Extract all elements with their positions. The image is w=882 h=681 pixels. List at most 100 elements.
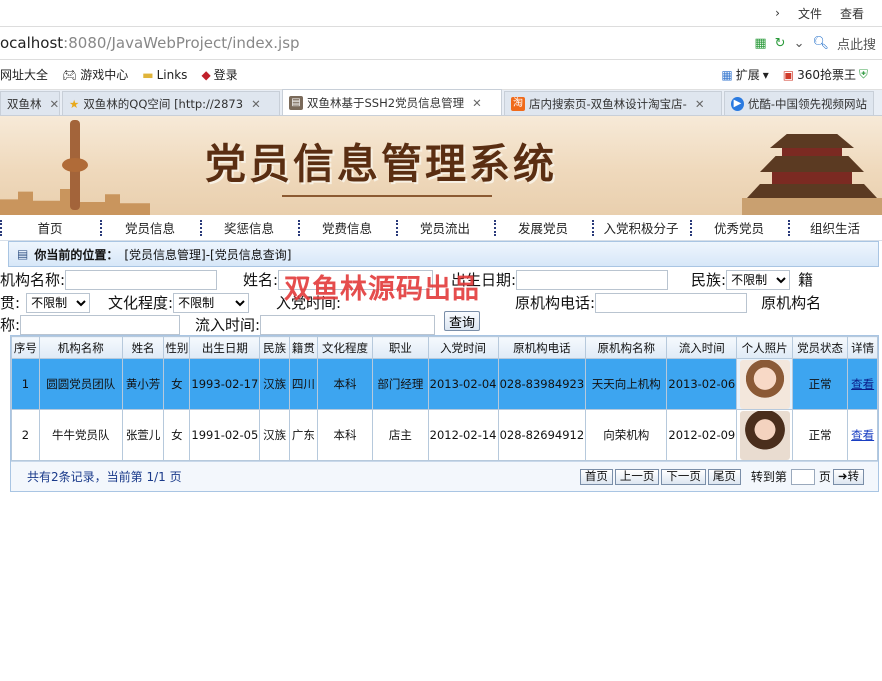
last-page-button[interactable]: 尾页 [707, 468, 741, 485]
table-row[interactable]: 1 圆圆党员团队 黄小芳 女 1993-02-17 汉族 四川 本科 部门经理 … [11, 358, 878, 410]
bookmark-item[interactable]: ▬ Links [142, 68, 187, 82]
orig-name-input[interactable] [20, 314, 181, 335]
grid-icon: ▦ [721, 67, 733, 82]
menu-file[interactable]: 文件 [798, 5, 822, 22]
tab-active-ssh2[interactable]: ▤ 双鱼林基于SSH2党员信息管理 ✕ [282, 89, 502, 115]
col-header: 文化程度 [316, 336, 374, 359]
table-row[interactable]: 2 牛牛党员队 张萱儿 女 1991-02-05 汉族 广东 本科 店主 201… [11, 409, 878, 461]
native-label-a: 籍 [798, 271, 814, 289]
url-field[interactable]: ocalhost:8080/JavaWebProject/index.jsp [0, 34, 754, 52]
list-icon: ▤ [17, 247, 29, 261]
name-input[interactable] [278, 269, 434, 290]
col-header: 姓名 [121, 336, 165, 359]
qr-icon[interactable]: ▦ [754, 36, 766, 51]
col-header: 机构名称 [38, 336, 123, 359]
nav-home[interactable]: 首页 [0, 218, 100, 237]
title-underline [282, 195, 492, 197]
orig-name-label-a: 原机构名 [761, 294, 822, 312]
go-button[interactable]: ➜转 [832, 468, 864, 485]
bookmark-item[interactable]: ◆ 登录 [201, 66, 237, 83]
tab-qq-space[interactable]: ★ 双鱼林的QQ空间 [http://2873 ✕ [62, 91, 280, 115]
nav-org-life[interactable]: 组织生活 [788, 218, 882, 237]
org-label: 机构名称: [0, 271, 66, 289]
table-header-row: 序号 机构名称 姓名 性别 出生日期 民族 籍贯 文化程度 职业 入党时间 原机… [11, 336, 878, 359]
url-host: ocalhost [0, 34, 64, 52]
nav-dues[interactable]: 党费信息 [298, 218, 396, 237]
bookmark-item[interactable]: 网址大全 [0, 66, 48, 83]
query-button[interactable]: 查询 [444, 311, 481, 331]
bookmarks-bar: 网址大全 🎮︎ 游戏中心 ▬ Links ◆ 登录 ▦ 扩展 ▾ ▣ 360抢票王 ⛨ [0, 60, 882, 90]
tab-youku[interactable]: ▶ 优酷-中国领先视频网站 [724, 91, 874, 115]
prev-page-button[interactable]: 上一页 [614, 468, 660, 485]
close-icon[interactable]: ✕ [251, 97, 261, 111]
taobao-icon: 淘 [511, 96, 525, 111]
edu-select[interactable]: 不限制 [173, 292, 250, 313]
goto-page-input[interactable] [790, 468, 815, 485]
chevron-down-icon[interactable]: ⌄ [794, 36, 805, 51]
close-icon[interactable]: ✕ [472, 96, 482, 110]
col-header: 民族 [259, 336, 290, 359]
next-page-button[interactable]: 下一页 [661, 468, 706, 485]
bookmark-item[interactable]: 🎮︎ 游戏中心 [62, 66, 128, 83]
out-input[interactable] [260, 314, 436, 335]
col-header: 个人照片 [736, 336, 793, 359]
breadcrumb-path: [党员信息管理]-[党员信息查询] [124, 247, 292, 262]
orig-tel-input[interactable] [595, 292, 748, 313]
ticket-icon: ▣ [782, 67, 795, 82]
temple-of-heaven-image [742, 122, 882, 215]
chevron-right-icon[interactable]: › [775, 6, 780, 20]
cell-org: 圆圆党员团队 [38, 358, 123, 410]
nav-activists[interactable]: 入党积极分子 [592, 218, 690, 237]
page-icon: ▤ [289, 95, 303, 110]
close-icon[interactable]: ✕ [695, 97, 705, 111]
nation-select[interactable]: 不限制 [726, 269, 791, 290]
view-link[interactable]: 查看 [847, 358, 878, 410]
cell-photo [736, 358, 793, 410]
tab-shuangyulin[interactable]: 双鱼林 ✕ [0, 91, 60, 115]
cell-edu: 本科 [316, 409, 374, 461]
search-icon[interactable]: 🔍︎ [812, 36, 829, 51]
tab-taobao[interactable]: 淘店内搜索页-双鱼林设计淘宝店- ✕ [504, 91, 722, 115]
screen: › 文件 查看 ocalhost:8080/JavaWebProject/ind… [0, 0, 882, 681]
search-label[interactable]: 点此搜 [837, 34, 876, 53]
tv-tower-image [62, 120, 88, 210]
birth-input[interactable] [516, 269, 669, 290]
edu-label: 文化程度: [108, 294, 174, 312]
col-header: 详情 [847, 336, 878, 359]
org-input[interactable] [65, 269, 218, 290]
refresh-icon[interactable]: ↻ [775, 36, 786, 51]
address-bar[interactable]: ocalhost:8080/JavaWebProject/index.jsp ▦… [0, 26, 882, 60]
system-title: 党员信息管理系统 [205, 140, 557, 188]
cell-name: 张萱儿 [121, 409, 165, 461]
browser-menubar: › 文件 查看 [0, 0, 882, 26]
cell-join-date: 2012-02-14 [427, 409, 499, 461]
cell-in-date: 2012-02-09 [666, 409, 738, 461]
avatar [739, 410, 790, 460]
first-page-button[interactable]: 首页 [579, 468, 613, 485]
nav-outflow[interactable]: 党员流出 [396, 218, 494, 237]
nav-member-info[interactable]: 党员信息 [100, 218, 200, 237]
nav-development[interactable]: 发展党员 [494, 218, 592, 237]
ticket-extension[interactable]: ▣ 360抢票王 ⛨ [783, 66, 868, 83]
record-info: 共有2条记录，当前第 1/1 页 [27, 470, 182, 484]
caret-down-icon: ▾ [762, 67, 769, 82]
view-link[interactable]: 查看 [847, 409, 878, 461]
nav-rewards[interactable]: 奖惩信息 [200, 218, 298, 237]
menu-view[interactable]: 查看 [840, 5, 864, 22]
shield-icon: ⛨ [858, 67, 868, 81]
col-header: 流入时间 [666, 336, 738, 359]
cell-job: 店主 [372, 409, 429, 461]
close-icon[interactable]: ✕ [50, 97, 60, 111]
play-icon: ▶ [731, 96, 744, 111]
breadcrumb: ▤ 你当前的位置： [党员信息管理]-[党员信息查询] [8, 241, 879, 267]
native-select[interactable]: 不限制 [26, 292, 91, 313]
cell-job: 部门经理 [372, 358, 429, 410]
cell-join-date: 2013-02-04 [427, 358, 499, 410]
cell-orig-name: 向荣机构 [585, 409, 668, 461]
cell-native: 广东 [288, 409, 318, 461]
extensions-button[interactable]: ▦ 扩展 ▾ [721, 66, 768, 83]
col-header: 原机构名称 [585, 336, 668, 359]
name-label: 姓名: [243, 271, 279, 289]
nav-excellent[interactable]: 优秀党员 [690, 218, 788, 237]
nation-label: 民族: [691, 271, 727, 289]
